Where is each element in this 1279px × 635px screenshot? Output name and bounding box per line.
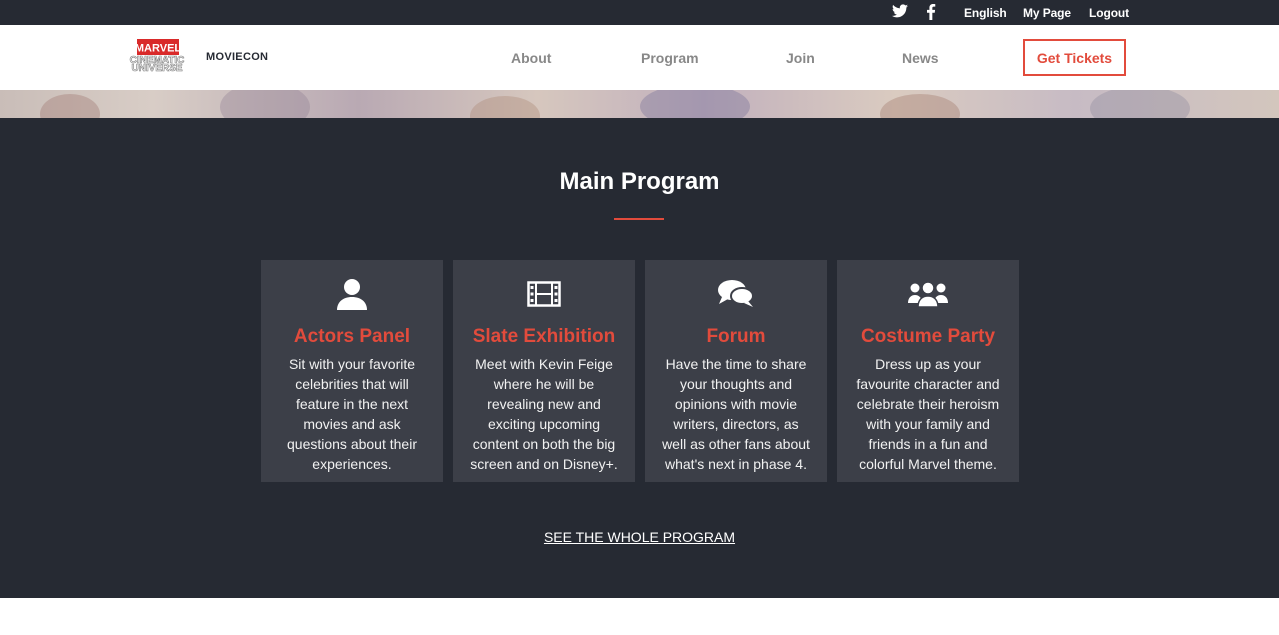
main-program-section: Main Program Actors Panel Sit with your …: [0, 118, 1279, 598]
get-tickets-button[interactable]: Get Tickets: [1023, 39, 1126, 76]
top-utility-bar: English My Page Logout: [0, 0, 1279, 25]
group-icon: [837, 276, 1019, 312]
chat-bubbles-icon: [645, 276, 827, 312]
program-card-slate-exhibition: Slate Exhibition Meet with Kevin Feige w…: [453, 260, 635, 482]
logout-link[interactable]: Logout: [1089, 6, 1129, 20]
card-title: Costume Party: [860, 326, 996, 347]
main-navbar: MARVEL CINEMATIC UNIVERSE MOVIECON About…: [0, 25, 1279, 90]
logo-marvel-text: MARVEL: [135, 43, 182, 55]
card-title: Actors Panel: [293, 326, 411, 347]
card-description: Dress up as your favourite character and…: [856, 356, 1000, 472]
language-selector[interactable]: English: [964, 6, 1007, 20]
twitter-icon[interactable]: [892, 4, 908, 23]
film-icon: [453, 276, 635, 312]
nav-about[interactable]: About: [511, 50, 551, 66]
nav-program[interactable]: Program: [641, 50, 699, 66]
see-whole-program-link[interactable]: SEE THE WHOLE PROGRAM: [544, 529, 735, 545]
card-title: Slate Exhibition: [472, 326, 616, 347]
hero-image-strip: [0, 90, 1279, 118]
card-title: Forum: [706, 326, 766, 347]
facebook-icon[interactable]: [926, 4, 936, 25]
card-description: Sit with your favorite celebrities that …: [287, 356, 417, 472]
card-description: Meet with Kevin Feige where he will be r…: [470, 356, 618, 472]
title-divider: [614, 218, 664, 220]
section-title: Main Program: [559, 168, 720, 195]
marvel-cinematic-universe-logo[interactable]: MARVEL CINEMATIC UNIVERSE: [119, 39, 195, 74]
nav-join[interactable]: Join: [786, 50, 815, 66]
nav-news[interactable]: News: [902, 50, 939, 66]
logo-universe-text: UNIVERSE: [131, 63, 182, 72]
brand-name: MOVIECON: [206, 51, 269, 63]
program-card-forum: Forum Have the time to share your though…: [645, 260, 827, 482]
user-icon: [261, 276, 443, 312]
my-page-link[interactable]: My Page: [1023, 6, 1071, 20]
see-all-wrapper: SEE THE WHOLE PROGRAM: [0, 529, 1279, 547]
program-card-actors-panel: Actors Panel Sit with your favorite cele…: [261, 260, 443, 482]
program-card-costume-party: Costume Party Dress up as your favourite…: [837, 260, 1019, 482]
card-description: Have the time to share your thoughts and…: [662, 356, 810, 472]
